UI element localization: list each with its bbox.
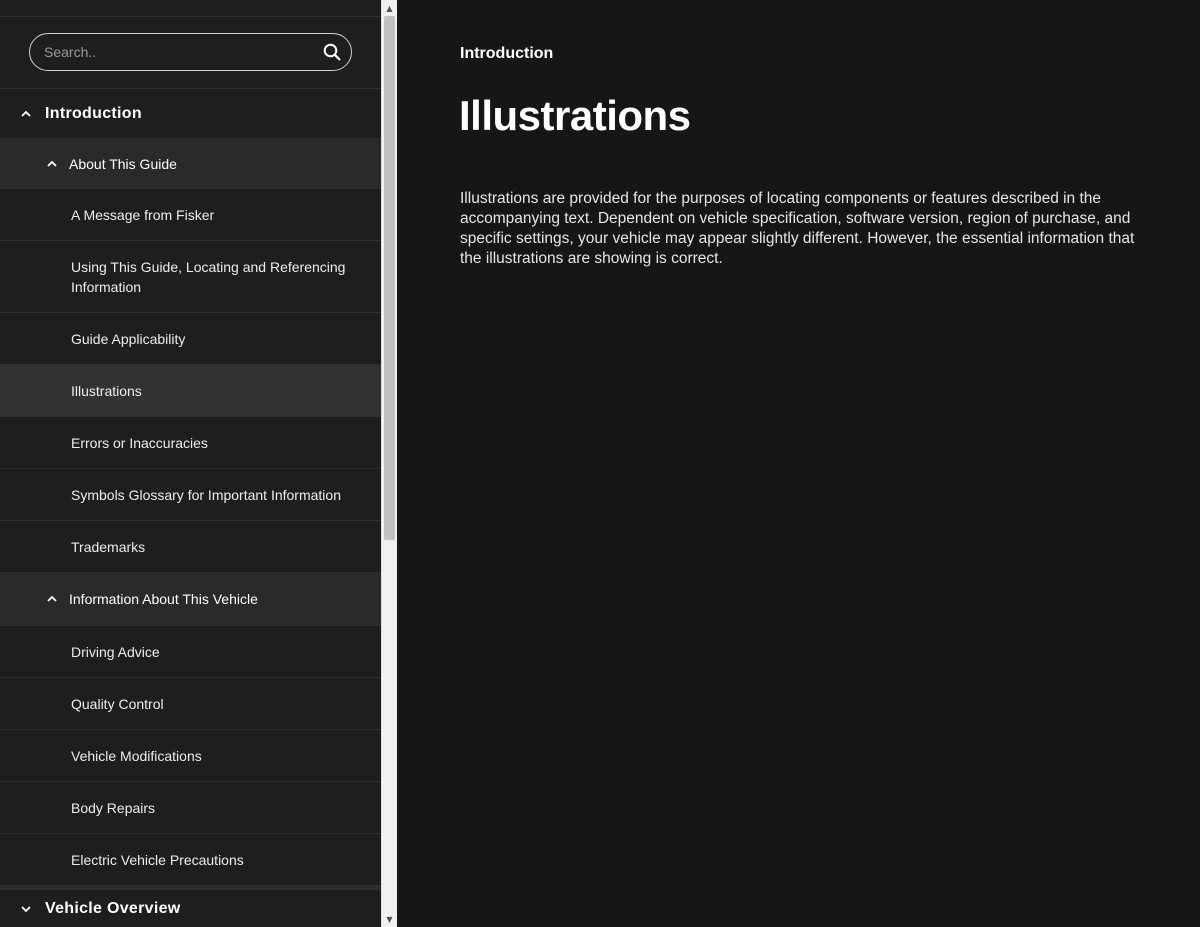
nav-item-label: Driving Advice [71, 643, 160, 660]
nav-item-label: Vehicle Modifications [71, 747, 202, 764]
nav-item-vehicle-modifications[interactable]: Vehicle Modifications [0, 730, 381, 782]
main-content: Introduction Illustrations Illustrations… [397, 0, 1200, 927]
nav-item-label: Trademarks [71, 538, 146, 555]
nav-item-body-repairs[interactable]: Body Repairs [0, 782, 381, 834]
nav-section-label: Introduction [45, 104, 142, 122]
nav-section-label: Vehicle Overview [45, 899, 181, 917]
nav-item-a-message-from-fisker[interactable]: A Message from Fisker [0, 189, 381, 241]
search-area [0, 17, 381, 89]
nav-item-label: A Message from Fisker [71, 206, 215, 223]
nav-item-using-this-guide[interactable]: Using This Guide, Locating and Referenci… [0, 241, 381, 313]
nav-section-vehicle-overview[interactable]: Vehicle Overview [0, 886, 381, 927]
nav-item-trademarks[interactable]: Trademarks [0, 521, 381, 573]
search-icon[interactable] [323, 43, 341, 61]
nav-subsection-about-this-guide[interactable]: About This Guide [0, 139, 381, 189]
nav-item-label: Symbols Glossary for Important Informati… [71, 486, 341, 503]
search-input[interactable] [30, 34, 351, 70]
scroll-up-arrow-icon[interactable]: ▲ [382, 0, 397, 16]
scrollbar-thumb[interactable] [384, 16, 395, 540]
scroll-down-arrow-icon[interactable]: ▼ [382, 911, 397, 927]
chevron-up-icon [47, 595, 57, 602]
nav-item-label: Errors or Inaccuracies [71, 434, 208, 451]
page-title: Illustrations [459, 92, 691, 139]
nav-subsection-information-about-this-vehicle[interactable]: Information About This Vehicle [0, 573, 381, 626]
nav-item-illustrations[interactable]: Illustrations [0, 365, 381, 417]
nav-item-electric-vehicle-precautions[interactable]: Electric Vehicle Precautions [0, 834, 381, 886]
breadcrumb: Introduction [460, 45, 554, 62]
nav-subsection-label: Information About This Vehicle [69, 591, 258, 607]
chevron-down-icon [21, 905, 31, 912]
nav-item-label: Illustrations [71, 382, 142, 399]
nav-item-errors-or-inaccuracies[interactable]: Errors or Inaccuracies [0, 417, 381, 469]
sidebar-top-strip [0, 0, 381, 17]
search-box [29, 33, 352, 71]
nav-item-label: Quality Control [71, 695, 164, 712]
nav-item-driving-advice[interactable]: Driving Advice [0, 626, 381, 678]
nav-item-label: Guide Applicability [71, 330, 186, 347]
nav-section-introduction[interactable]: Introduction [0, 89, 381, 139]
nav-subsection-label: About This Guide [69, 155, 177, 172]
chevron-up-icon [21, 110, 31, 117]
body-paragraph: Illustrations are provided for the purpo… [460, 190, 1135, 267]
chevron-up-icon [47, 160, 57, 167]
nav-item-label: Body Repairs [71, 799, 156, 816]
nav-item-label: Electric Vehicle Precautions [71, 851, 244, 868]
nav-item-quality-control[interactable]: Quality Control [0, 678, 381, 730]
nav-item-label: Using This Guide, Locating and Referenci… [71, 258, 346, 295]
nav-item-guide-applicability[interactable]: Guide Applicability [0, 313, 381, 365]
sidebar: Introduction About This Guide A Message … [0, 0, 381, 927]
sidebar-scrollbar[interactable]: ▲ ▼ [381, 0, 397, 927]
nav-item-symbols-glossary[interactable]: Symbols Glossary for Important Informati… [0, 469, 381, 521]
